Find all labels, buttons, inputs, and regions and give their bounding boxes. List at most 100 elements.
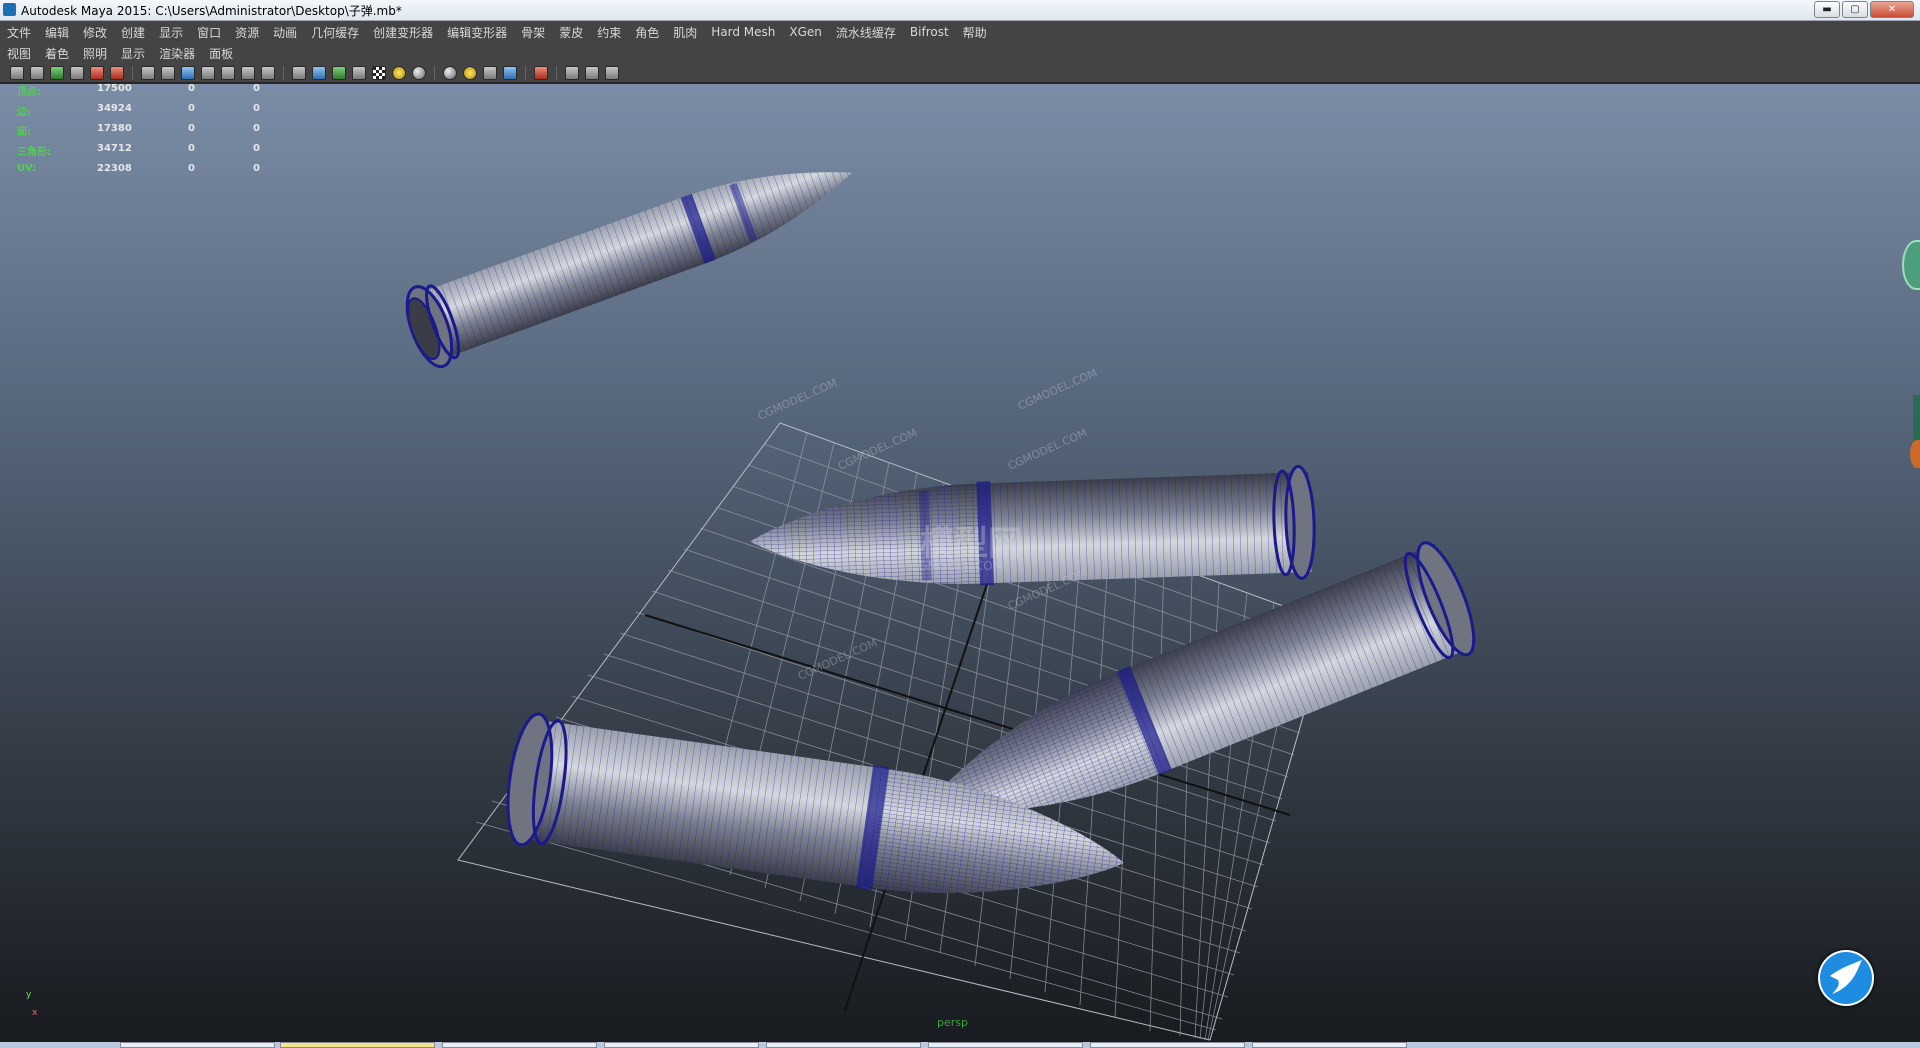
panel-menu-show[interactable]: 显示 <box>114 45 152 62</box>
camera-select-icon[interactable] <box>10 65 24 80</box>
toolbar-separator <box>525 65 526 80</box>
two-d-pan-zoom-icon[interactable] <box>90 65 104 80</box>
panel-toolbar <box>0 63 1920 83</box>
menu-modify[interactable]: 修改 <box>76 24 114 41</box>
hud-value: 0 <box>253 83 260 94</box>
maximize-button[interactable]: ▢ <box>1842 1 1868 18</box>
camera-attributes-icon[interactable] <box>30 65 44 80</box>
window-title: Autodesk Maya 2015: C:\Users\Administrat… <box>21 4 402 18</box>
menu-bifrost[interactable]: Bifrost <box>903 25 956 39</box>
taskbar-item[interactable] <box>1252 1042 1407 1048</box>
hud-label: UV: <box>17 163 37 174</box>
menu-create-deformers[interactable]: 创建变形器 <box>366 24 440 41</box>
hud-label: 三角形: <box>17 147 51 158</box>
grid-icon[interactable] <box>141 65 155 80</box>
maya-app-icon <box>3 3 16 16</box>
safe-action-icon[interactable] <box>241 65 255 80</box>
hud-value: 0 <box>253 123 260 134</box>
watermark-url-text: CGMODEL.COM <box>836 426 919 473</box>
hud-value: 0 <box>188 163 195 174</box>
film-gate-icon[interactable] <box>161 65 175 80</box>
toolbar-separator <box>283 65 284 80</box>
smooth-shade-icon[interactable] <box>312 65 326 80</box>
panel-menu-renderer[interactable]: 渲染器 <box>152 45 202 62</box>
hud-value: 0 <box>188 143 195 154</box>
minimize-button[interactable]: ▬ <box>1814 1 1840 18</box>
menu-assets[interactable]: 资源 <box>228 24 266 41</box>
side-dock-tab-orange[interactable] <box>1910 440 1920 468</box>
panel-menu-bar: 视图 着色 照明 显示 渲染器 面板 <box>0 43 1920 63</box>
menu-help[interactable]: 帮助 <box>956 24 994 41</box>
menu-skeleton[interactable]: 骨架 <box>514 24 552 41</box>
menu-file[interactable]: 文件 <box>0 24 38 41</box>
safe-title-icon[interactable] <box>261 65 275 80</box>
menu-skin[interactable]: 蒙皮 <box>552 24 590 41</box>
panel-menu-view[interactable]: 视图 <box>0 45 38 62</box>
anti-aliasing-icon[interactable] <box>483 65 497 80</box>
shadows-icon[interactable] <box>412 65 426 80</box>
toolbar-separator <box>434 65 435 80</box>
axis-y-label: y <box>26 990 32 1000</box>
hud-value: 17500 <box>97 83 132 94</box>
menu-hard-mesh[interactable]: Hard Mesh <box>704 25 782 39</box>
close-button[interactable]: ✕ <box>1870 1 1914 18</box>
bullet-top <box>405 172 853 369</box>
menu-display[interactable]: 显示 <box>152 24 190 41</box>
taskbar-item[interactable] <box>120 1042 275 1048</box>
watermark-url-text: CGMODEL.COM <box>756 376 839 423</box>
menu-character[interactable]: 角色 <box>628 24 666 41</box>
hud-value: 0 <box>188 103 195 114</box>
menu-constrain[interactable]: 约束 <box>590 24 628 41</box>
image-plane-icon[interactable] <box>70 65 84 80</box>
lights-icon[interactable] <box>392 65 406 80</box>
hud-value: 0 <box>188 123 195 134</box>
menu-edit[interactable]: 编辑 <box>38 24 76 41</box>
bookmark-icon[interactable] <box>50 65 64 80</box>
panel-menu-shading[interactable]: 着色 <box>38 45 76 62</box>
taskbar-item[interactable] <box>280 1042 435 1048</box>
taskbar-item[interactable] <box>766 1042 921 1048</box>
motion-blur-icon[interactable] <box>463 65 477 80</box>
menu-animate[interactable]: 动画 <box>266 24 304 41</box>
menu-create[interactable]: 创建 <box>114 24 152 41</box>
hud-value: 17380 <box>97 123 132 134</box>
menu-window[interactable]: 窗口 <box>190 24 228 41</box>
xray-icon[interactable] <box>565 65 579 80</box>
grease-pencil-icon[interactable] <box>110 65 124 80</box>
taskbar-item[interactable] <box>442 1042 597 1048</box>
panel-menu-lighting[interactable]: 照明 <box>76 45 114 62</box>
watermark-url-text: CGMODEL.COM <box>910 559 1003 573</box>
menu-geometry-cache[interactable]: 几何缓存 <box>304 24 366 41</box>
hud-value: 0 <box>253 143 260 154</box>
taskbar-item[interactable] <box>928 1042 1083 1048</box>
gate-mask-icon[interactable] <box>201 65 215 80</box>
default-material-icon[interactable] <box>352 65 366 80</box>
xray-joints-icon[interactable] <box>585 65 599 80</box>
taskbar-item[interactable] <box>604 1042 759 1048</box>
field-chart-icon[interactable] <box>221 65 235 80</box>
hud-label: 顶点: <box>17 87 41 98</box>
wireframe-icon[interactable] <box>292 65 306 80</box>
panel-menu-panels[interactable]: 面板 <box>202 45 240 62</box>
ambient-occlusion-icon[interactable] <box>443 65 457 80</box>
menu-xgen[interactable]: XGen <box>782 25 829 39</box>
hud-value: 34924 <box>97 103 132 114</box>
xray-components-icon[interactable] <box>605 65 619 80</box>
isolate-select-icon[interactable] <box>534 65 548 80</box>
main-menu-bar: 文件 编辑 修改 创建 显示 窗口 资源 动画 几何缓存 创建变形器 编辑变形器… <box>0 21 1920 43</box>
hud-value: 0 <box>188 83 195 94</box>
camera-name-label: persp <box>937 1016 968 1029</box>
watermark-logo-text: 模型网 <box>920 524 1022 564</box>
resolution-gate-icon[interactable] <box>181 65 195 80</box>
wireframe-on-shaded-icon[interactable] <box>332 65 346 80</box>
menu-edit-deformers[interactable]: 编辑变形器 <box>440 24 514 41</box>
menu-pipeline-cache[interactable]: 流水线缓存 <box>829 24 903 41</box>
taskbar-item[interactable] <box>1090 1042 1245 1048</box>
perspective-viewport[interactable]: 模型网 CGMODEL.COM CGMODEL.COM CGMODEL.COM … <box>0 84 1920 1042</box>
bird-logo-icon <box>1818 950 1874 1006</box>
axis-x-label: x <box>32 1008 38 1018</box>
menu-muscle[interactable]: 肌肉 <box>666 24 704 41</box>
hud-label: 边: <box>17 107 31 118</box>
depth-of-field-icon[interactable] <box>503 65 517 80</box>
textured-icon[interactable] <box>372 65 386 80</box>
